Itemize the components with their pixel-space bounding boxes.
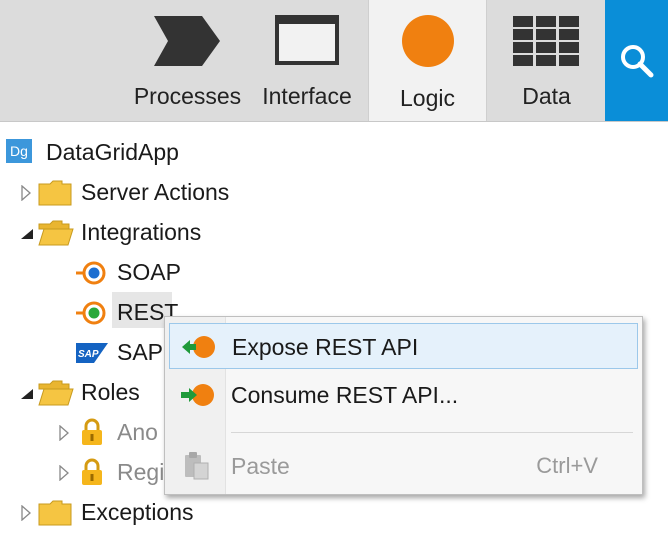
paste-shortcut: Ctrl+V — [536, 453, 598, 478]
menu-separator — [231, 432, 633, 433]
tree-item-role-registered[interactable]: Regi — [58, 455, 168, 489]
tree-item-exceptions-label: Exceptions — [81, 499, 194, 525]
soap-service-icon — [76, 261, 106, 285]
menu-item-consume-label: Consume REST API... — [231, 382, 459, 408]
tree-item-roles-label: Roles — [81, 379, 140, 405]
collapse-arrow-icon[interactable] — [20, 228, 34, 240]
tab-logic-label: Logic — [400, 85, 455, 111]
expand-arrow-icon[interactable] — [58, 425, 70, 441]
svg-text:SAP: SAP — [78, 349, 99, 360]
rest-service-icon — [76, 301, 106, 325]
consume-api-icon — [181, 384, 214, 406]
tab-data[interactable]: Data — [488, 0, 605, 121]
sap-logo-icon: SAP — [76, 343, 108, 363]
paste-icon — [185, 452, 209, 480]
folder-icon — [38, 500, 72, 526]
top-tab-bar: Processes Interface Logic Data — [0, 0, 668, 122]
folder-open-icon — [38, 380, 74, 406]
orange-circle-icon — [402, 15, 454, 67]
menu-item-paste[interactable]: Paste Ctrl+V — [169, 443, 638, 489]
tree-item-soap[interactable]: SOAP — [76, 255, 276, 289]
tree-item-exceptions[interactable]: Exceptions — [20, 495, 320, 529]
folder-open-icon — [38, 220, 74, 246]
search-icon — [621, 45, 654, 78]
tree-item-role-anonymous-label: Ano — [117, 419, 158, 445]
tree-item-role-anonymous[interactable]: Ano — [58, 415, 168, 449]
search-button[interactable] — [605, 0, 668, 121]
expand-arrow-icon[interactable] — [58, 465, 70, 481]
tree-item-server-actions-label: Server Actions — [81, 179, 230, 205]
tree-item-sap-label: SAP — [117, 339, 164, 365]
lock-icon — [82, 418, 102, 445]
tree-item-role-registered-label: Regi — [117, 459, 165, 485]
app-badge: Dg — [6, 139, 32, 163]
tree-item-integrations-label: Integrations — [81, 219, 202, 245]
lock-icon — [82, 458, 102, 485]
processes-chevron-icon — [154, 16, 220, 66]
tab-processes-label: Processes — [133, 83, 242, 109]
tab-processes[interactable]: Processes — [130, 0, 245, 121]
tab-interface-label: Interface — [262, 83, 352, 109]
expose-api-icon — [182, 336, 215, 358]
window-icon — [275, 15, 339, 65]
expand-arrow-icon[interactable] — [20, 505, 32, 521]
expand-arrow-icon[interactable] — [20, 185, 32, 201]
tree-item-app-label: DataGridApp — [46, 139, 179, 165]
tree-item-server-actions[interactable]: Server Actions — [20, 175, 320, 209]
tab-logic[interactable]: Logic — [368, 0, 487, 121]
folder-icon — [38, 180, 72, 206]
tab-interface[interactable]: Interface — [248, 0, 366, 121]
menu-item-paste-label: Paste — [231, 453, 290, 479]
context-menu: Expose REST API Consume REST API... Past… — [164, 316, 643, 495]
grid-table-icon — [513, 16, 579, 66]
tab-data-label: Data — [522, 83, 571, 109]
menu-item-consume-rest-api[interactable]: Consume REST API... — [169, 372, 638, 418]
menu-item-expose-rest-api[interactable]: Expose REST API — [169, 323, 638, 369]
collapse-arrow-icon[interactable] — [20, 388, 34, 400]
tree-item-soap-label: SOAP — [117, 259, 181, 285]
tree-item-app[interactable]: Dg DataGridApp — [6, 135, 306, 169]
tree-item-integrations[interactable]: Integrations — [20, 215, 320, 249]
menu-item-expose-label: Expose REST API — [232, 334, 419, 360]
